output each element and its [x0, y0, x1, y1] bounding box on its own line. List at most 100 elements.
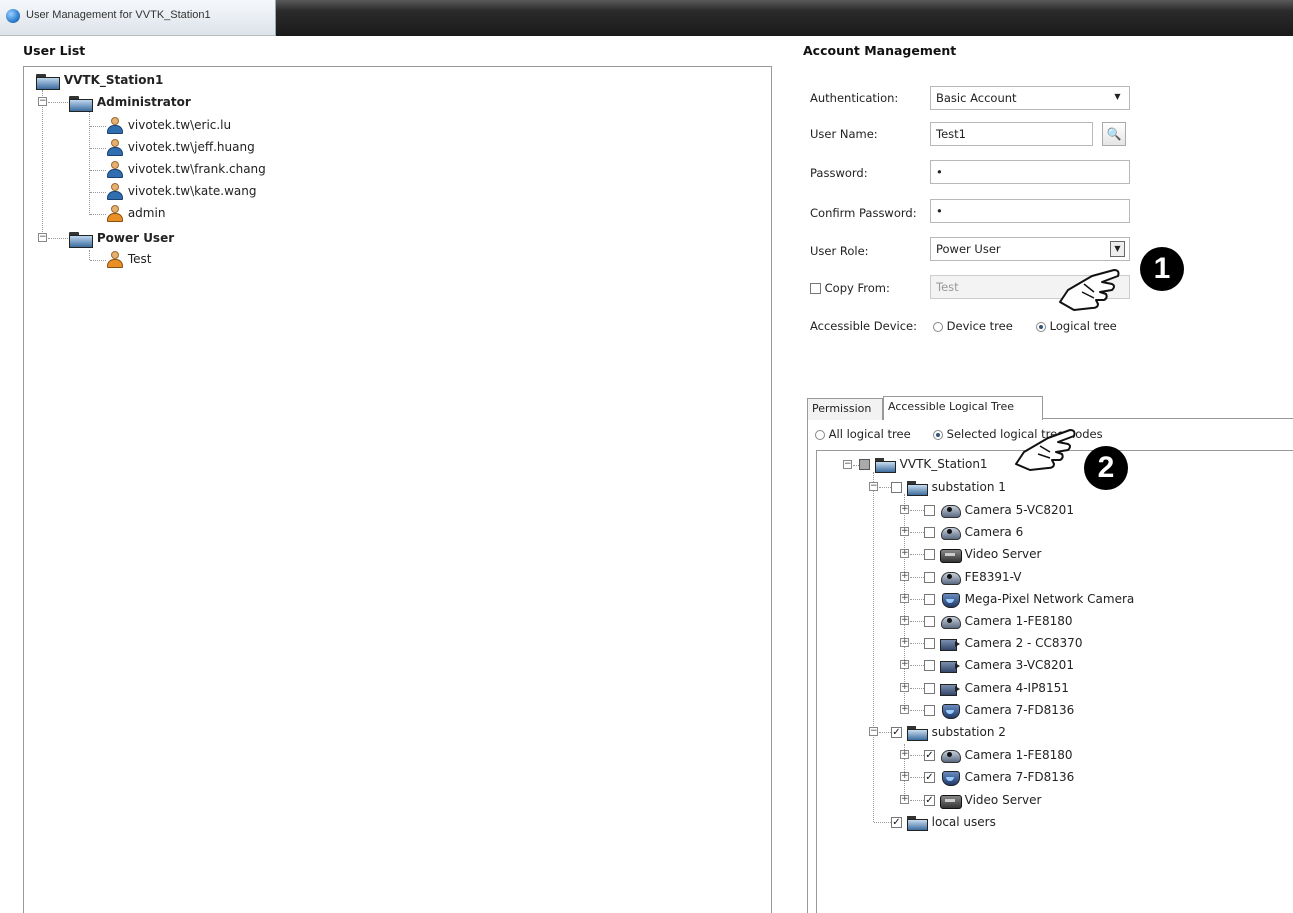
copy-from-checkbox[interactable] [810, 283, 821, 294]
device-item[interactable]: Camera 1-FE8180 [924, 611, 1073, 631]
logical-tree-radio[interactable]: Logical tree [1036, 319, 1117, 333]
checkbox[interactable] [924, 616, 935, 627]
authentication-label: Authentication: [810, 91, 899, 105]
copy-from-checkbox-row[interactable]: Copy From: [810, 281, 890, 295]
collapse-icon[interactable]: − [869, 727, 878, 736]
user-item[interactable]: Test [106, 249, 151, 269]
expand-icon[interactable]: + [900, 572, 909, 581]
checkbox[interactable] [924, 660, 935, 671]
dome-camera-icon [939, 504, 961, 518]
group-power-user[interactable]: Power User [68, 228, 174, 248]
user-icon [106, 250, 124, 269]
expand-icon[interactable]: + [900, 705, 909, 714]
account-management-title: Account Management [803, 43, 957, 58]
expand-icon[interactable]: + [900, 616, 909, 625]
expand-icon[interactable]: + [900, 795, 909, 804]
device-item[interactable]: Mega-Pixel Network Camera [924, 589, 1134, 609]
substation-1[interactable]: substation 1 [891, 477, 1006, 497]
expand-icon[interactable]: + [900, 660, 909, 669]
device-item[interactable]: ✓ Video Server [924, 790, 1041, 810]
device-item[interactable]: Camera 3-VC8201 [924, 655, 1074, 675]
device-item[interactable]: ✓ Camera 7-FD8136 [924, 767, 1074, 787]
device-item[interactable]: FE8391-V [924, 567, 1022, 587]
user-item[interactable]: vivotek.tw\eric.lu [106, 115, 231, 135]
fisheye-camera-icon [939, 592, 961, 608]
search-button[interactable]: 🔍 [1102, 122, 1126, 146]
checkbox-checked[interactable]: ✓ [924, 772, 935, 783]
checkbox[interactable] [924, 505, 935, 516]
folder-open-icon [68, 231, 93, 248]
device-tree-radio[interactable]: Device tree [933, 319, 1013, 333]
local-users[interactable]: ✓ local users [891, 812, 996, 832]
window-title: User Management for VVTK_Station1 [26, 9, 211, 21]
confirm-password-field[interactable]: • [930, 199, 1130, 223]
expand-icon[interactable]: + [900, 638, 909, 647]
checkbox[interactable] [924, 527, 935, 538]
dome-camera-icon [939, 749, 961, 763]
folder-open-icon [906, 725, 928, 741]
title-bar: User Management for VVTK_Station1 [0, 0, 1293, 36]
box-camera-icon [939, 637, 961, 651]
checkbox-checked[interactable]: ✓ [891, 817, 902, 828]
tree-root[interactable]: VVTK_Station1 [35, 70, 163, 90]
password-field[interactable]: • [930, 160, 1130, 184]
expand-icon[interactable]: + [900, 683, 909, 692]
dome-camera-icon [939, 615, 961, 629]
checkbox[interactable] [924, 638, 935, 649]
checkbox-checked[interactable]: ✓ [924, 750, 935, 761]
collapse-icon[interactable]: − [38, 233, 47, 242]
checkbox[interactable] [924, 683, 935, 694]
checkbox[interactable] [924, 705, 935, 716]
callout-2: 2 [1084, 446, 1128, 490]
checkbox[interactable] [924, 572, 935, 583]
checkbox[interactable] [924, 594, 935, 605]
expand-icon[interactable]: + [900, 750, 909, 759]
window-tab[interactable]: User Management for VVTK_Station1 [0, 0, 276, 36]
search-icon: 🔍 [1106, 127, 1122, 141]
checkbox-partial[interactable] [859, 459, 870, 470]
checkbox-checked[interactable]: ✓ [891, 727, 902, 738]
radio-off[interactable] [933, 321, 943, 332]
user-item[interactable]: vivotek.tw\jeff.huang [106, 137, 255, 157]
device-item[interactable]: ✓ Camera 1-FE8180 [924, 745, 1073, 765]
chevron-down-icon: ▼ [1114, 92, 1121, 101]
user-item[interactable]: admin [106, 203, 165, 223]
group-administrator[interactable]: Administrator [68, 92, 191, 112]
radio-off[interactable] [815, 429, 825, 440]
all-logical-tree-radio[interactable]: All logical tree [815, 427, 911, 441]
expand-icon[interactable]: + [900, 772, 909, 781]
collapse-icon[interactable]: − [869, 482, 878, 491]
expand-icon[interactable]: + [900, 594, 909, 603]
video-server-icon [939, 548, 962, 563]
radio-on[interactable] [933, 429, 943, 440]
checkbox-checked[interactable]: ✓ [924, 795, 935, 806]
tab-accessible-logical-tree[interactable]: Accessible Logical Tree [883, 396, 1043, 420]
folder-open-icon [35, 73, 60, 90]
logical-root[interactable]: VVTK_Station1 [859, 454, 988, 474]
device-item[interactable]: Camera 7-FD8136 [924, 700, 1074, 720]
substation-2[interactable]: ✓ substation 2 [891, 722, 1006, 742]
collapse-icon[interactable]: − [843, 460, 852, 469]
device-item[interactable]: Camera 2 - CC8370 [924, 633, 1082, 653]
authentication-select[interactable]: Basic Account ▼ [930, 86, 1130, 110]
chevron-down-icon[interactable]: ▼ [1110, 241, 1125, 257]
device-item[interactable]: Camera 4-IP8151 [924, 678, 1069, 698]
video-server-icon [939, 794, 962, 809]
device-item[interactable]: Video Server [924, 544, 1041, 564]
username-field[interactable]: Test1 [930, 122, 1093, 146]
checkbox[interactable] [891, 482, 902, 493]
expand-icon[interactable]: + [900, 505, 909, 514]
user-item[interactable]: vivotek.tw\kate.wang [106, 181, 257, 201]
device-item[interactable]: Camera 6 [924, 522, 1023, 542]
collapse-icon[interactable]: − [38, 97, 47, 106]
user-icon [106, 138, 124, 157]
tab-permission[interactable]: Permission [807, 398, 883, 420]
device-item[interactable]: Camera 5-VC8201 [924, 500, 1074, 520]
checkbox[interactable] [924, 549, 935, 560]
expand-icon[interactable]: + [900, 549, 909, 558]
user-icon [106, 116, 124, 135]
radio-on[interactable] [1036, 321, 1046, 332]
user-item[interactable]: vivotek.tw\frank.chang [106, 159, 266, 179]
user-role-select[interactable]: Power User ▼ [930, 237, 1130, 261]
expand-icon[interactable]: + [900, 527, 909, 536]
